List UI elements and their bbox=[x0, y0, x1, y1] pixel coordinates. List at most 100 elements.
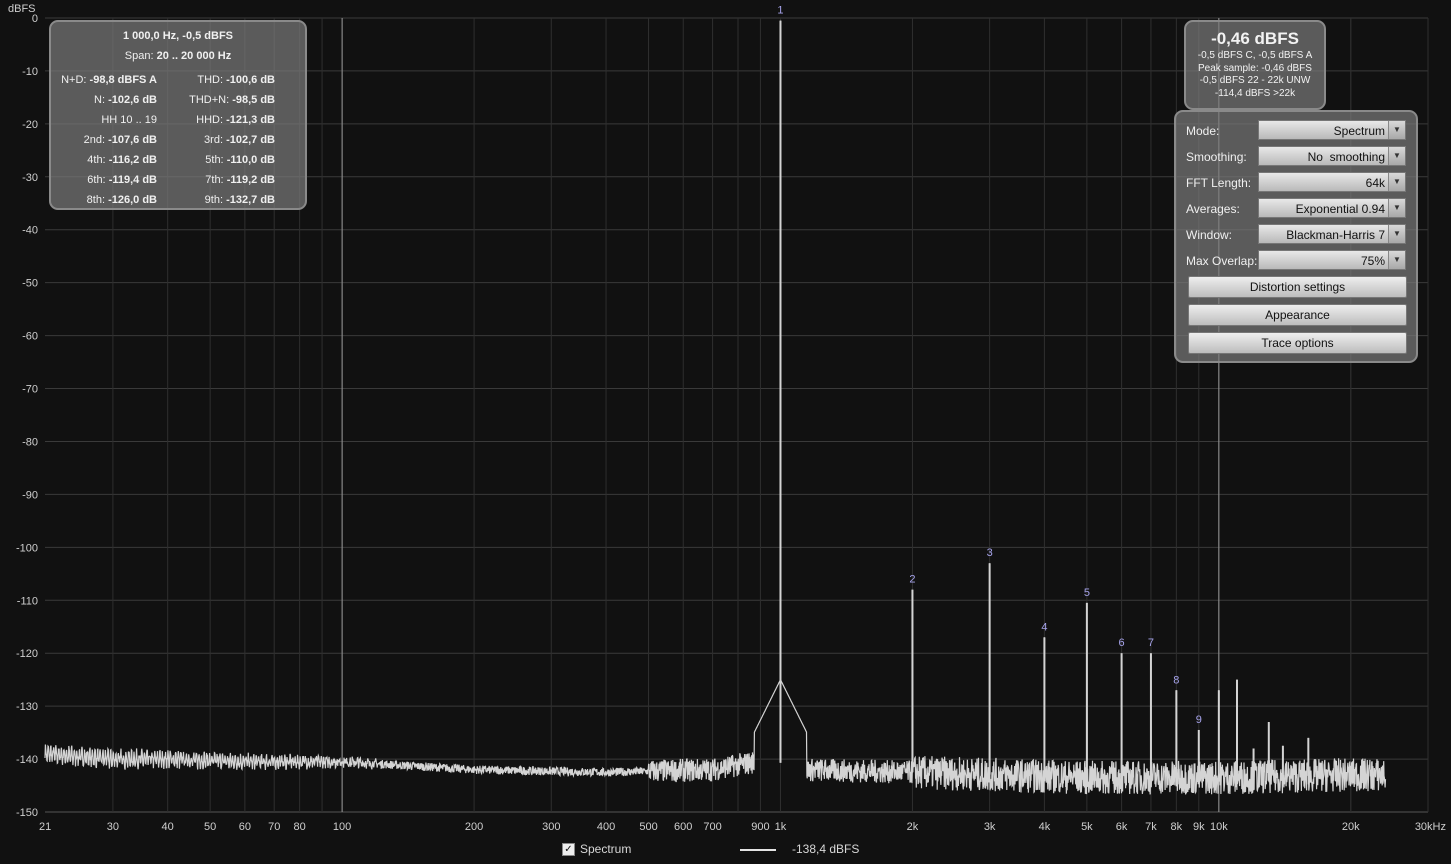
appearance-button[interactable]: Appearance bbox=[1188, 304, 1407, 326]
x-tick-label: 500 bbox=[639, 821, 657, 833]
y-tick-label: -50 bbox=[22, 278, 38, 290]
x-tick-label: 60 bbox=[239, 821, 251, 833]
stats-right-cell: 5th: -110,0 dB bbox=[205, 150, 275, 170]
setting-label: Smoothing: bbox=[1186, 150, 1247, 164]
y-tick-label: -90 bbox=[22, 489, 38, 501]
fundamental-readout: 1 000,0 Hz, -0,5 dBFS bbox=[122, 30, 234, 42]
harmonic-label: 2 bbox=[909, 574, 915, 586]
stats-label: N: bbox=[94, 94, 106, 106]
harmonic-label: 3 bbox=[987, 547, 993, 559]
stats-value: -119,2 dB bbox=[226, 174, 275, 186]
x-tick-label: 8k bbox=[1171, 821, 1183, 833]
y-tick-label: -10 bbox=[22, 66, 38, 78]
mode-select[interactable]: Spectrum ▼ bbox=[1258, 120, 1406, 140]
select-value: Exponential 0.94 bbox=[1295, 202, 1385, 216]
harmonic-label: 5 bbox=[1084, 587, 1090, 599]
setting-fft-length: FFT Length: 64k ▼ bbox=[1186, 172, 1414, 194]
y-tick-label: -150 bbox=[16, 807, 38, 819]
chevron-down-icon[interactable]: ▼ bbox=[1388, 121, 1405, 139]
stats-label: 5th: bbox=[205, 154, 224, 166]
select-value: Blackman-Harris 7 bbox=[1286, 228, 1385, 242]
y-tick-label: -30 bbox=[22, 172, 38, 184]
stats-right-cell: THD: -100,6 dB bbox=[197, 70, 275, 90]
averages-select[interactable]: Exponential 0.94 ▼ bbox=[1258, 198, 1406, 218]
x-tick-label: 30 bbox=[107, 821, 119, 833]
setting-averages: Averages: Exponential 0.94 ▼ bbox=[1186, 198, 1414, 220]
fft-length-select[interactable]: 64k ▼ bbox=[1258, 172, 1406, 192]
window-select[interactable]: Blackman-Harris 7 ▼ bbox=[1258, 224, 1406, 244]
stats-right-cell: HHD: -121,3 dB bbox=[196, 110, 275, 130]
stats-left-cell: 8th: -126,0 dB bbox=[87, 190, 157, 210]
stats-value: -119,4 dB bbox=[108, 174, 157, 186]
setting-label: Averages: bbox=[1186, 202, 1240, 216]
stats-right-cell: 3rd: -102,7 dB bbox=[204, 130, 275, 150]
x-tick-label: 3k bbox=[984, 821, 996, 833]
chevron-down-icon[interactable]: ▼ bbox=[1388, 251, 1405, 269]
setting-label: Window: bbox=[1186, 228, 1233, 242]
chevron-down-icon[interactable]: ▼ bbox=[1388, 173, 1405, 191]
x-tick-label: 10k bbox=[1210, 821, 1228, 833]
x-tick-label: 4k bbox=[1039, 821, 1051, 833]
stats-label: 9th: bbox=[204, 194, 224, 206]
trace-options-button[interactable]: Trace options bbox=[1188, 332, 1407, 354]
select-value: 75% bbox=[1360, 254, 1385, 268]
harmonic-label: 8 bbox=[1173, 674, 1179, 686]
spectrum-visibility-checkbox[interactable]: ✓ bbox=[562, 843, 575, 856]
max-overlap-select[interactable]: 75% ▼ bbox=[1258, 250, 1406, 270]
setting-smoothing: Smoothing: No smoothing ▼ bbox=[1186, 146, 1414, 168]
x-tick-label: 600 bbox=[674, 821, 692, 833]
x-tick-label: 1k bbox=[775, 821, 787, 833]
x-tick-label: 9k bbox=[1193, 821, 1205, 833]
y-tick-label: -140 bbox=[16, 754, 38, 766]
legend-cursor-value: -138,4 dBFS bbox=[792, 842, 860, 856]
distortion-stats-panel[interactable]: 1 000,0 Hz, -0,5 dBFS Span: 20 .. 20 000… bbox=[49, 20, 307, 210]
stats-value: -107,6 dB bbox=[108, 134, 157, 146]
distortion-settings-button[interactable]: Distortion settings bbox=[1188, 276, 1407, 298]
stats-left-cell: HH 10 .. 19 bbox=[101, 110, 157, 130]
stats-row: N: -102,6 dB THD+N: -98,5 dB bbox=[51, 90, 305, 110]
stats-value: -98,5 dB bbox=[232, 94, 275, 106]
y-tick-label: -70 bbox=[22, 384, 38, 396]
legend: ✓ Spectrum -138,4 dBFS bbox=[560, 841, 980, 859]
stats-label: 6th: bbox=[87, 174, 106, 186]
chevron-down-icon[interactable]: ▼ bbox=[1388, 147, 1405, 165]
stats-label: N+D: bbox=[61, 74, 87, 86]
stats-value: -98,8 dBFS A bbox=[89, 74, 157, 86]
y-tick-label: -120 bbox=[16, 648, 38, 660]
stats-value: -121,3 dB bbox=[226, 114, 275, 126]
x-tick-label: 700 bbox=[703, 821, 721, 833]
stats-value: -110,0 dB bbox=[226, 154, 275, 166]
stats-row: 6th: -119,4 dB 7th: -119,2 dB bbox=[51, 170, 305, 190]
x-tick-label: 80 bbox=[294, 821, 306, 833]
stats-label: 4th: bbox=[87, 154, 106, 166]
stats-row: HH 10 .. 19 HHD: -121,3 dB bbox=[51, 110, 305, 130]
stats-value: -116,2 dB bbox=[108, 154, 157, 166]
stats-label: 2nd: bbox=[83, 134, 106, 146]
level-unweighted: -0,5 dBFS 22 - 22k UNW bbox=[1199, 75, 1311, 86]
stats-value: -100,6 dB bbox=[226, 74, 275, 86]
x-tick-label: 70 bbox=[268, 821, 280, 833]
harmonic-label: 4 bbox=[1041, 621, 1047, 633]
x-tick-label: 5k bbox=[1081, 821, 1093, 833]
x-tick-label: 7k bbox=[1145, 821, 1157, 833]
stats-right-cell: 9th: -132,7 dB bbox=[205, 190, 275, 210]
chevron-down-icon[interactable]: ▼ bbox=[1388, 225, 1405, 243]
setting-max-overlap: Max Overlap: 75% ▼ bbox=[1186, 250, 1414, 272]
stats-row: 2nd: -107,6 dB 3rd: -102,7 dB bbox=[51, 130, 305, 150]
x-tick-label: 200 bbox=[465, 821, 483, 833]
stats-label: HHD: bbox=[196, 114, 224, 126]
stats-value: -132,7 dB bbox=[226, 194, 275, 206]
setting-label: FFT Length: bbox=[1186, 176, 1252, 190]
stats-label: THD+N: bbox=[189, 94, 230, 106]
y-tick-label: -110 bbox=[17, 595, 38, 607]
stats-left-cell: 2nd: -107,6 dB bbox=[84, 130, 157, 150]
chevron-down-icon[interactable]: ▼ bbox=[1388, 199, 1405, 217]
y-tick-label: -100 bbox=[16, 542, 38, 554]
stats-left-cell: 4th: -116,2 dB bbox=[87, 150, 157, 170]
stats-left-cell: N+D: -98,8 dBFS A bbox=[61, 70, 157, 90]
x-tick-label: 30kHz bbox=[1415, 821, 1446, 833]
peak-level: -0,46 dBFS bbox=[1211, 29, 1299, 48]
stats-value: -126,0 dB bbox=[108, 194, 157, 206]
x-tick-label: 300 bbox=[542, 821, 560, 833]
smoothing-select[interactable]: No smoothing ▼ bbox=[1258, 146, 1406, 166]
